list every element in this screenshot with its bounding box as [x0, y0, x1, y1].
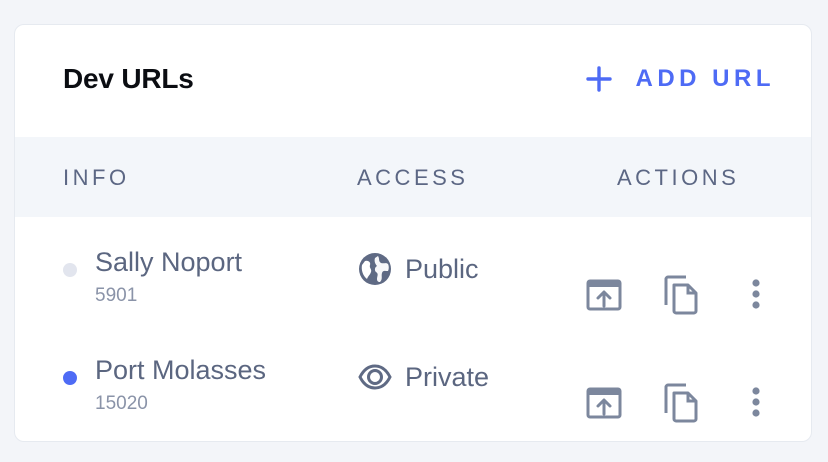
- access-label: Private: [405, 361, 490, 392]
- table-row: Port Molasses 15020 Private: [15, 325, 811, 433]
- table-header: INFO ACCESS ACTIONS: [15, 137, 811, 217]
- column-header-actions: ACTIONS: [617, 165, 740, 190]
- more-vertical-icon[interactable]: [749, 387, 763, 421]
- card-header: Dev URLs ADD URL: [15, 25, 811, 137]
- column-header-info: INFO: [63, 165, 130, 190]
- more-vertical-icon[interactable]: [749, 279, 763, 313]
- open-in-new-icon[interactable]: [586, 279, 622, 311]
- card-title: Dev URLs: [63, 63, 194, 94]
- globe-icon: [359, 253, 391, 285]
- url-name: Port Molasses: [95, 355, 267, 385]
- access-level[interactable]: Private: [358, 360, 489, 394]
- status-dot: [63, 263, 77, 277]
- status-dot: [63, 371, 77, 385]
- access-label: Public: [405, 253, 479, 284]
- dev-urls-card: Dev URLs ADD URL INFO ACCESS ACTIONS Sal…: [14, 24, 812, 442]
- plus-icon: [585, 66, 612, 92]
- url-port: 15020: [95, 393, 148, 414]
- access-level[interactable]: Public: [358, 252, 479, 286]
- open-in-new-icon[interactable]: [586, 387, 622, 419]
- table-row: Sally Noport 5901 Public: [15, 217, 811, 325]
- copy-icon[interactable]: [660, 383, 698, 423]
- column-header-access: ACCESS: [357, 165, 469, 190]
- add-url-label: ADD URL: [635, 65, 775, 92]
- url-port: 5901: [95, 285, 138, 306]
- eye-icon: [358, 364, 392, 390]
- add-url-button[interactable]: ADD URL: [585, 65, 776, 93]
- url-name: Sally Noport: [95, 247, 243, 277]
- copy-icon[interactable]: [660, 275, 698, 315]
